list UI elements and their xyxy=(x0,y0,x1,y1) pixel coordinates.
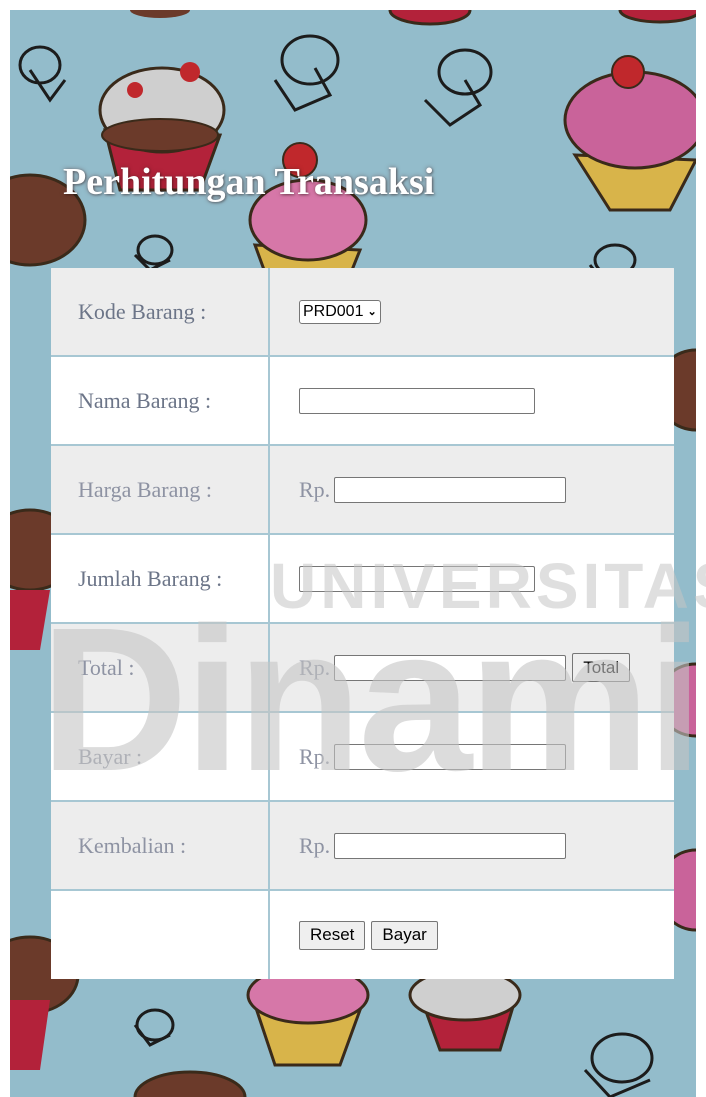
row-jumlah-barang: Jumlah Barang : xyxy=(51,535,674,624)
harga-barang-cell: Rp. xyxy=(270,446,674,533)
background-panel: Perhitungan Transaksi Kode Barang : PRD0… xyxy=(10,10,696,1097)
currency-prefix: Rp. xyxy=(299,654,331,680)
nama-barang-cell xyxy=(270,357,674,444)
total-label: Total : xyxy=(51,624,270,711)
row-nama-barang: Nama Barang : xyxy=(51,357,674,446)
nama-barang-input[interactable] xyxy=(299,387,535,414)
kode-barang-select[interactable]: PRD001 ⌄ xyxy=(299,299,381,324)
row-harga-barang: Harga Barang : Rp. xyxy=(51,446,674,535)
row-bayar: Bayar : Rp. xyxy=(51,713,674,802)
row-kode-barang: Kode Barang : PRD001 ⌄ xyxy=(51,268,674,357)
reset-button[interactable]: Reset xyxy=(299,920,366,950)
currency-prefix: Rp. xyxy=(299,743,331,769)
kembalian-label: Kembalian : xyxy=(51,802,270,889)
total-cell: Rp. Total xyxy=(270,624,674,711)
kode-barang-label: Kode Barang : xyxy=(51,268,270,355)
bayar-cell: Rp. xyxy=(270,713,674,800)
transaction-form: Kode Barang : PRD001 ⌄ Nama Barang : Har… xyxy=(51,268,674,979)
total-button[interactable]: Total xyxy=(572,653,631,682)
row-actions: Reset Bayar xyxy=(51,891,674,979)
bayar-input[interactable] xyxy=(334,743,567,770)
nama-barang-label: Nama Barang : xyxy=(51,357,270,444)
harga-barang-label: Harga Barang : xyxy=(51,446,270,533)
bayar-button[interactable]: Bayar xyxy=(371,920,438,950)
actions-empty-cell xyxy=(51,891,270,979)
harga-barang-input[interactable] xyxy=(334,476,567,503)
jumlah-barang-label: Jumlah Barang : xyxy=(51,535,270,622)
currency-prefix: Rp. xyxy=(299,832,331,858)
kode-barang-cell: PRD001 ⌄ xyxy=(270,268,674,355)
kembalian-cell: Rp. xyxy=(270,802,674,889)
kembalian-input[interactable] xyxy=(334,832,567,859)
currency-prefix: Rp. xyxy=(299,476,331,502)
total-input[interactable] xyxy=(334,654,567,681)
jumlah-barang-cell xyxy=(270,535,674,622)
kode-barang-selected-value: PRD001 xyxy=(303,302,364,320)
bayar-label: Bayar : xyxy=(51,713,270,800)
cupcake-illustration xyxy=(133,965,522,1097)
jumlah-barang-input[interactable] xyxy=(299,565,535,592)
cupcake-illustration xyxy=(130,10,696,26)
row-kembalian: Kembalian : Rp. xyxy=(51,802,674,891)
row-total: Total : Rp. Total xyxy=(51,624,674,713)
actions-cell: Reset Bayar xyxy=(270,891,674,979)
page-title: Perhitungan Transaksi xyxy=(63,161,435,203)
cupcake-illustration xyxy=(563,55,696,212)
chevron-down-icon: ⌄ xyxy=(367,306,377,318)
